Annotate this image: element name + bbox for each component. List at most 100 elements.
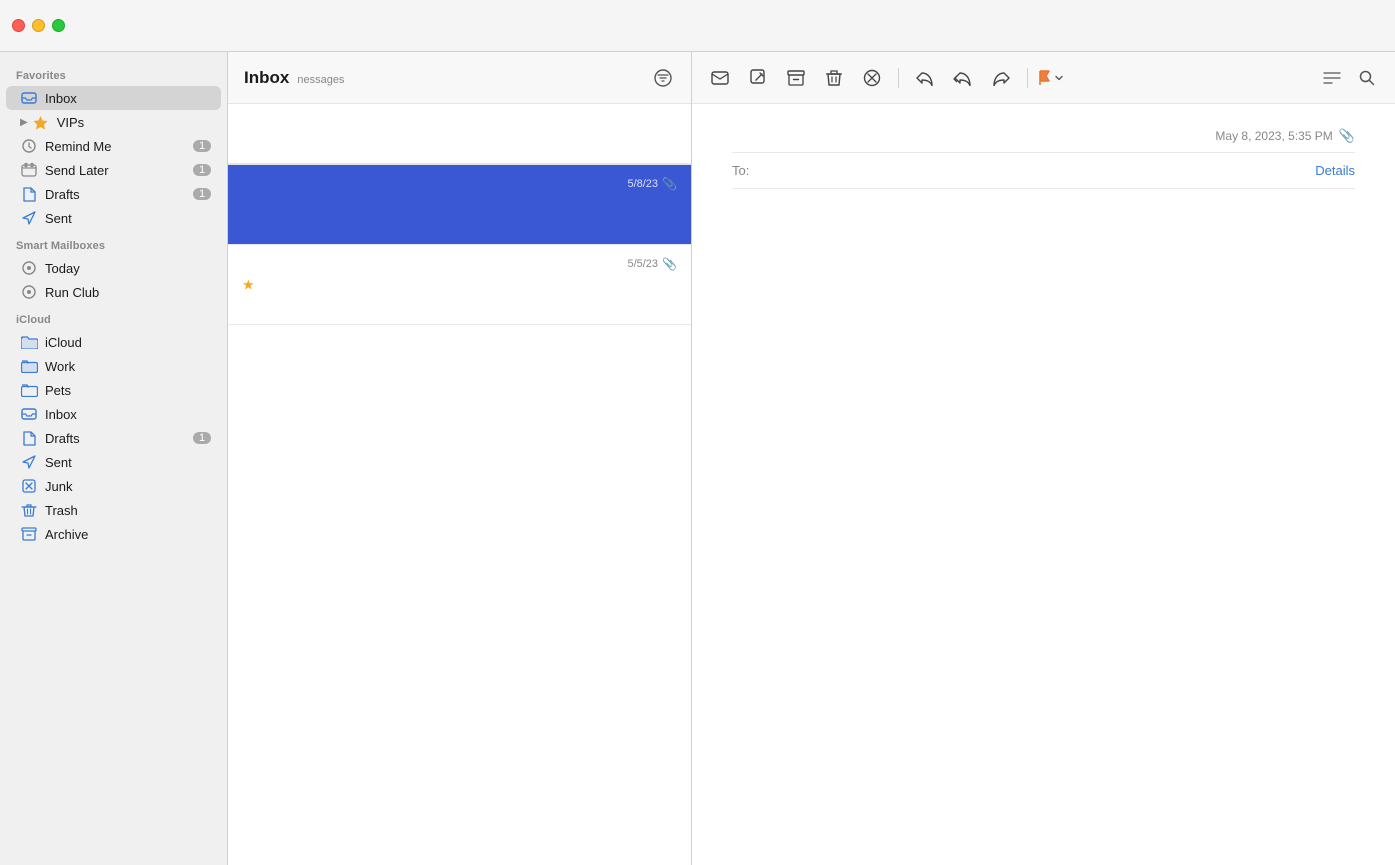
inbox-icon — [20, 89, 38, 107]
star-indicator: ★ — [242, 276, 255, 293]
icloud-sent-label: Sent — [45, 455, 211, 470]
today-icon — [20, 259, 38, 277]
maximize-button[interactable] — [52, 19, 65, 32]
search-button[interactable] — [1351, 62, 1383, 94]
sidebar: Favorites Inbox ▶ VIPs — [0, 52, 228, 865]
icloud-inbox-label: Inbox — [45, 407, 211, 422]
toolbar — [692, 52, 1395, 104]
msg-date-2: 5/5/23 — [627, 258, 658, 270]
email-date: May 8, 2023, 5:35 PM — [1215, 129, 1332, 143]
list-item[interactable]: ★ 5/5/23 📎 — [228, 245, 691, 325]
icloud-archive-label: Archive — [45, 527, 211, 542]
toolbar-right — [1319, 62, 1383, 94]
pets-label: Pets — [45, 383, 211, 398]
close-button[interactable] — [12, 19, 25, 32]
forward-button[interactable] — [985, 62, 1017, 94]
email-view-panel: May 8, 2023, 5:35 PM 📎 To: Details — [692, 52, 1395, 865]
drafts-icon — [20, 185, 38, 203]
list-item[interactable] — [228, 104, 691, 164]
delete-button[interactable] — [818, 62, 850, 94]
message-list-title: Inbox — [244, 68, 289, 88]
sidebar-item-send-later[interactable]: Send Later 1 — [6, 158, 221, 182]
expand-button[interactable] — [1319, 62, 1345, 94]
sidebar-item-icloud-inbox[interactable]: Inbox — [6, 402, 221, 426]
email-attachment-icon: 📎 — [1339, 128, 1355, 144]
today-label: Today — [45, 261, 211, 276]
sidebar-item-run-club[interactable]: Run Club — [6, 280, 221, 304]
title-bar — [0, 0, 1395, 52]
msg-date: 5/8/23 — [627, 178, 658, 190]
remind-me-label: Remind Me — [45, 139, 193, 154]
flag-dropdown[interactable] — [1038, 70, 1064, 86]
archive-icon — [20, 525, 38, 543]
email-details-button[interactable]: Details — [1315, 163, 1355, 178]
sidebar-item-remind-me[interactable]: Remind Me 1 — [6, 134, 221, 158]
message-list-body: 5/8/23 📎 ★ 5/5/23 📎 — [228, 104, 691, 865]
star-icon — [32, 113, 50, 131]
sent-icon — [20, 209, 38, 227]
attachment-icon-2: 📎 — [662, 257, 677, 271]
smart-mailboxes-section-label: Smart Mailboxes — [0, 230, 227, 256]
vips-chevron: ▶ — [20, 117, 28, 128]
toolbar-sep-2 — [1027, 68, 1028, 88]
send-later-label: Send Later — [45, 163, 193, 178]
reply-all-button[interactable] — [947, 62, 979, 94]
sent-icon2 — [20, 453, 38, 471]
inbox-fav-label: Inbox — [45, 91, 211, 106]
sidebar-item-sent-fav[interactable]: Sent — [6, 206, 221, 230]
minimize-button[interactable] — [32, 19, 45, 32]
message-list-subtitle: nessages — [297, 74, 344, 86]
filter-icon[interactable] — [651, 66, 675, 90]
sidebar-item-icloud-junk[interactable]: Junk — [6, 474, 221, 498]
favorites-section-label: Favorites — [0, 60, 227, 86]
compose-button[interactable] — [742, 62, 774, 94]
icloud-junk-label: Junk — [45, 479, 211, 494]
send-later-badge: 1 — [193, 164, 211, 176]
new-message-button[interactable] — [704, 62, 736, 94]
icloud-section-label: iCloud — [0, 304, 227, 330]
run-club-icon — [20, 283, 38, 301]
work-label: Work — [45, 359, 211, 374]
sidebar-item-vips[interactable]: ▶ VIPs — [6, 110, 221, 134]
msg-sender-2 — [258, 274, 677, 290]
icloud-label: iCloud — [45, 335, 211, 350]
junk-button[interactable] — [856, 62, 888, 94]
email-to-row: To: Details — [732, 152, 1355, 189]
msg-top-selected: 5/8/23 📎 — [242, 177, 677, 191]
email-to-label: To: — [732, 163, 749, 178]
icloud-drafts-badge: 1 — [193, 432, 211, 444]
sidebar-item-today[interactable]: Today — [6, 256, 221, 280]
drafts-fav-label: Drafts — [45, 187, 193, 202]
main-layout: Favorites Inbox ▶ VIPs — [0, 52, 1395, 865]
archive-button[interactable] — [780, 62, 812, 94]
sidebar-item-pets[interactable]: Pets — [6, 378, 221, 402]
folder-icon-work — [20, 357, 38, 375]
sidebar-item-icloud-drafts[interactable]: Drafts 1 — [6, 426, 221, 450]
drafts-icon2 — [20, 429, 38, 447]
sidebar-item-inbox-fav[interactable]: Inbox — [6, 86, 221, 110]
message-list-header: Inbox nessages — [228, 52, 691, 104]
sidebar-item-icloud-archive[interactable]: Archive — [6, 522, 221, 546]
calendar-icon — [20, 161, 38, 179]
traffic-lights — [12, 19, 65, 32]
sidebar-item-drafts-fav[interactable]: Drafts 1 — [6, 182, 221, 206]
folder-icon-icloud — [20, 333, 38, 351]
icloud-trash-label: Trash — [45, 503, 211, 518]
sent-fav-label: Sent — [45, 211, 211, 226]
sidebar-item-icloud-sent[interactable]: Sent — [6, 450, 221, 474]
toolbar-sep-1 — [898, 68, 899, 88]
attachment-icon: 📎 — [662, 177, 677, 191]
sidebar-item-icloud[interactable]: iCloud — [6, 330, 221, 354]
vips-label: VIPs — [57, 115, 211, 130]
message-list-panel: Inbox nessages 5/8/23 📎 — [228, 52, 692, 865]
sidebar-item-icloud-trash[interactable]: Trash — [6, 498, 221, 522]
inbox-icon2 — [20, 405, 38, 423]
email-content: May 8, 2023, 5:35 PM 📎 To: Details — [692, 104, 1395, 865]
trash-icon — [20, 501, 38, 519]
list-item[interactable]: 5/8/23 📎 — [228, 165, 691, 245]
drafts-fav-badge: 1 — [193, 188, 211, 200]
sidebar-item-work[interactable]: Work — [6, 354, 221, 378]
msg-sender — [242, 194, 677, 210]
icloud-drafts-label: Drafts — [45, 431, 193, 446]
reply-button[interactable] — [909, 62, 941, 94]
